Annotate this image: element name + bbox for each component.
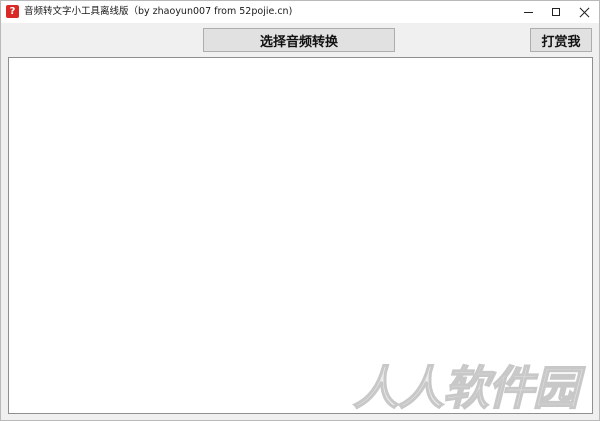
minimize-icon bbox=[523, 11, 533, 13]
maximize-icon bbox=[552, 8, 560, 16]
window-title: 音频转文字小工具离线版（by zhaoyun007 from 52pojie.c… bbox=[24, 6, 293, 17]
donate-button[interactable]: 打赏我 bbox=[530, 28, 592, 52]
select-audio-convert-button[interactable]: 选择音频转换 bbox=[203, 28, 395, 52]
close-icon bbox=[579, 7, 590, 18]
close-button[interactable] bbox=[568, 1, 599, 23]
app-window: ? 音频转文字小工具离线版（by zhaoyun007 from 52pojie… bbox=[0, 0, 600, 421]
app-icon: ? bbox=[6, 5, 19, 18]
title-bar[interactable]: ? 音频转文字小工具离线版（by zhaoyun007 from 52pojie… bbox=[1, 1, 599, 23]
transcription-output-area[interactable] bbox=[8, 57, 593, 414]
